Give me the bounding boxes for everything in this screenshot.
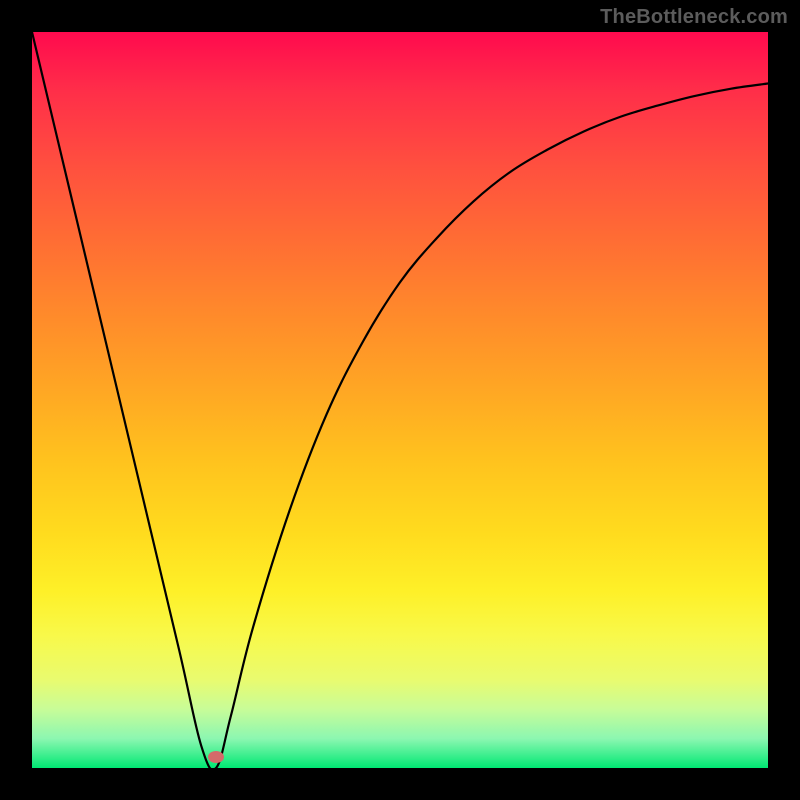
chart-frame: TheBottleneck.com: [0, 0, 800, 800]
bottleneck-curve: [32, 32, 768, 768]
watermark-text: TheBottleneck.com: [600, 6, 788, 29]
curve-svg: [32, 32, 768, 768]
plot-area: [32, 32, 768, 768]
min-point-marker: [208, 751, 224, 763]
